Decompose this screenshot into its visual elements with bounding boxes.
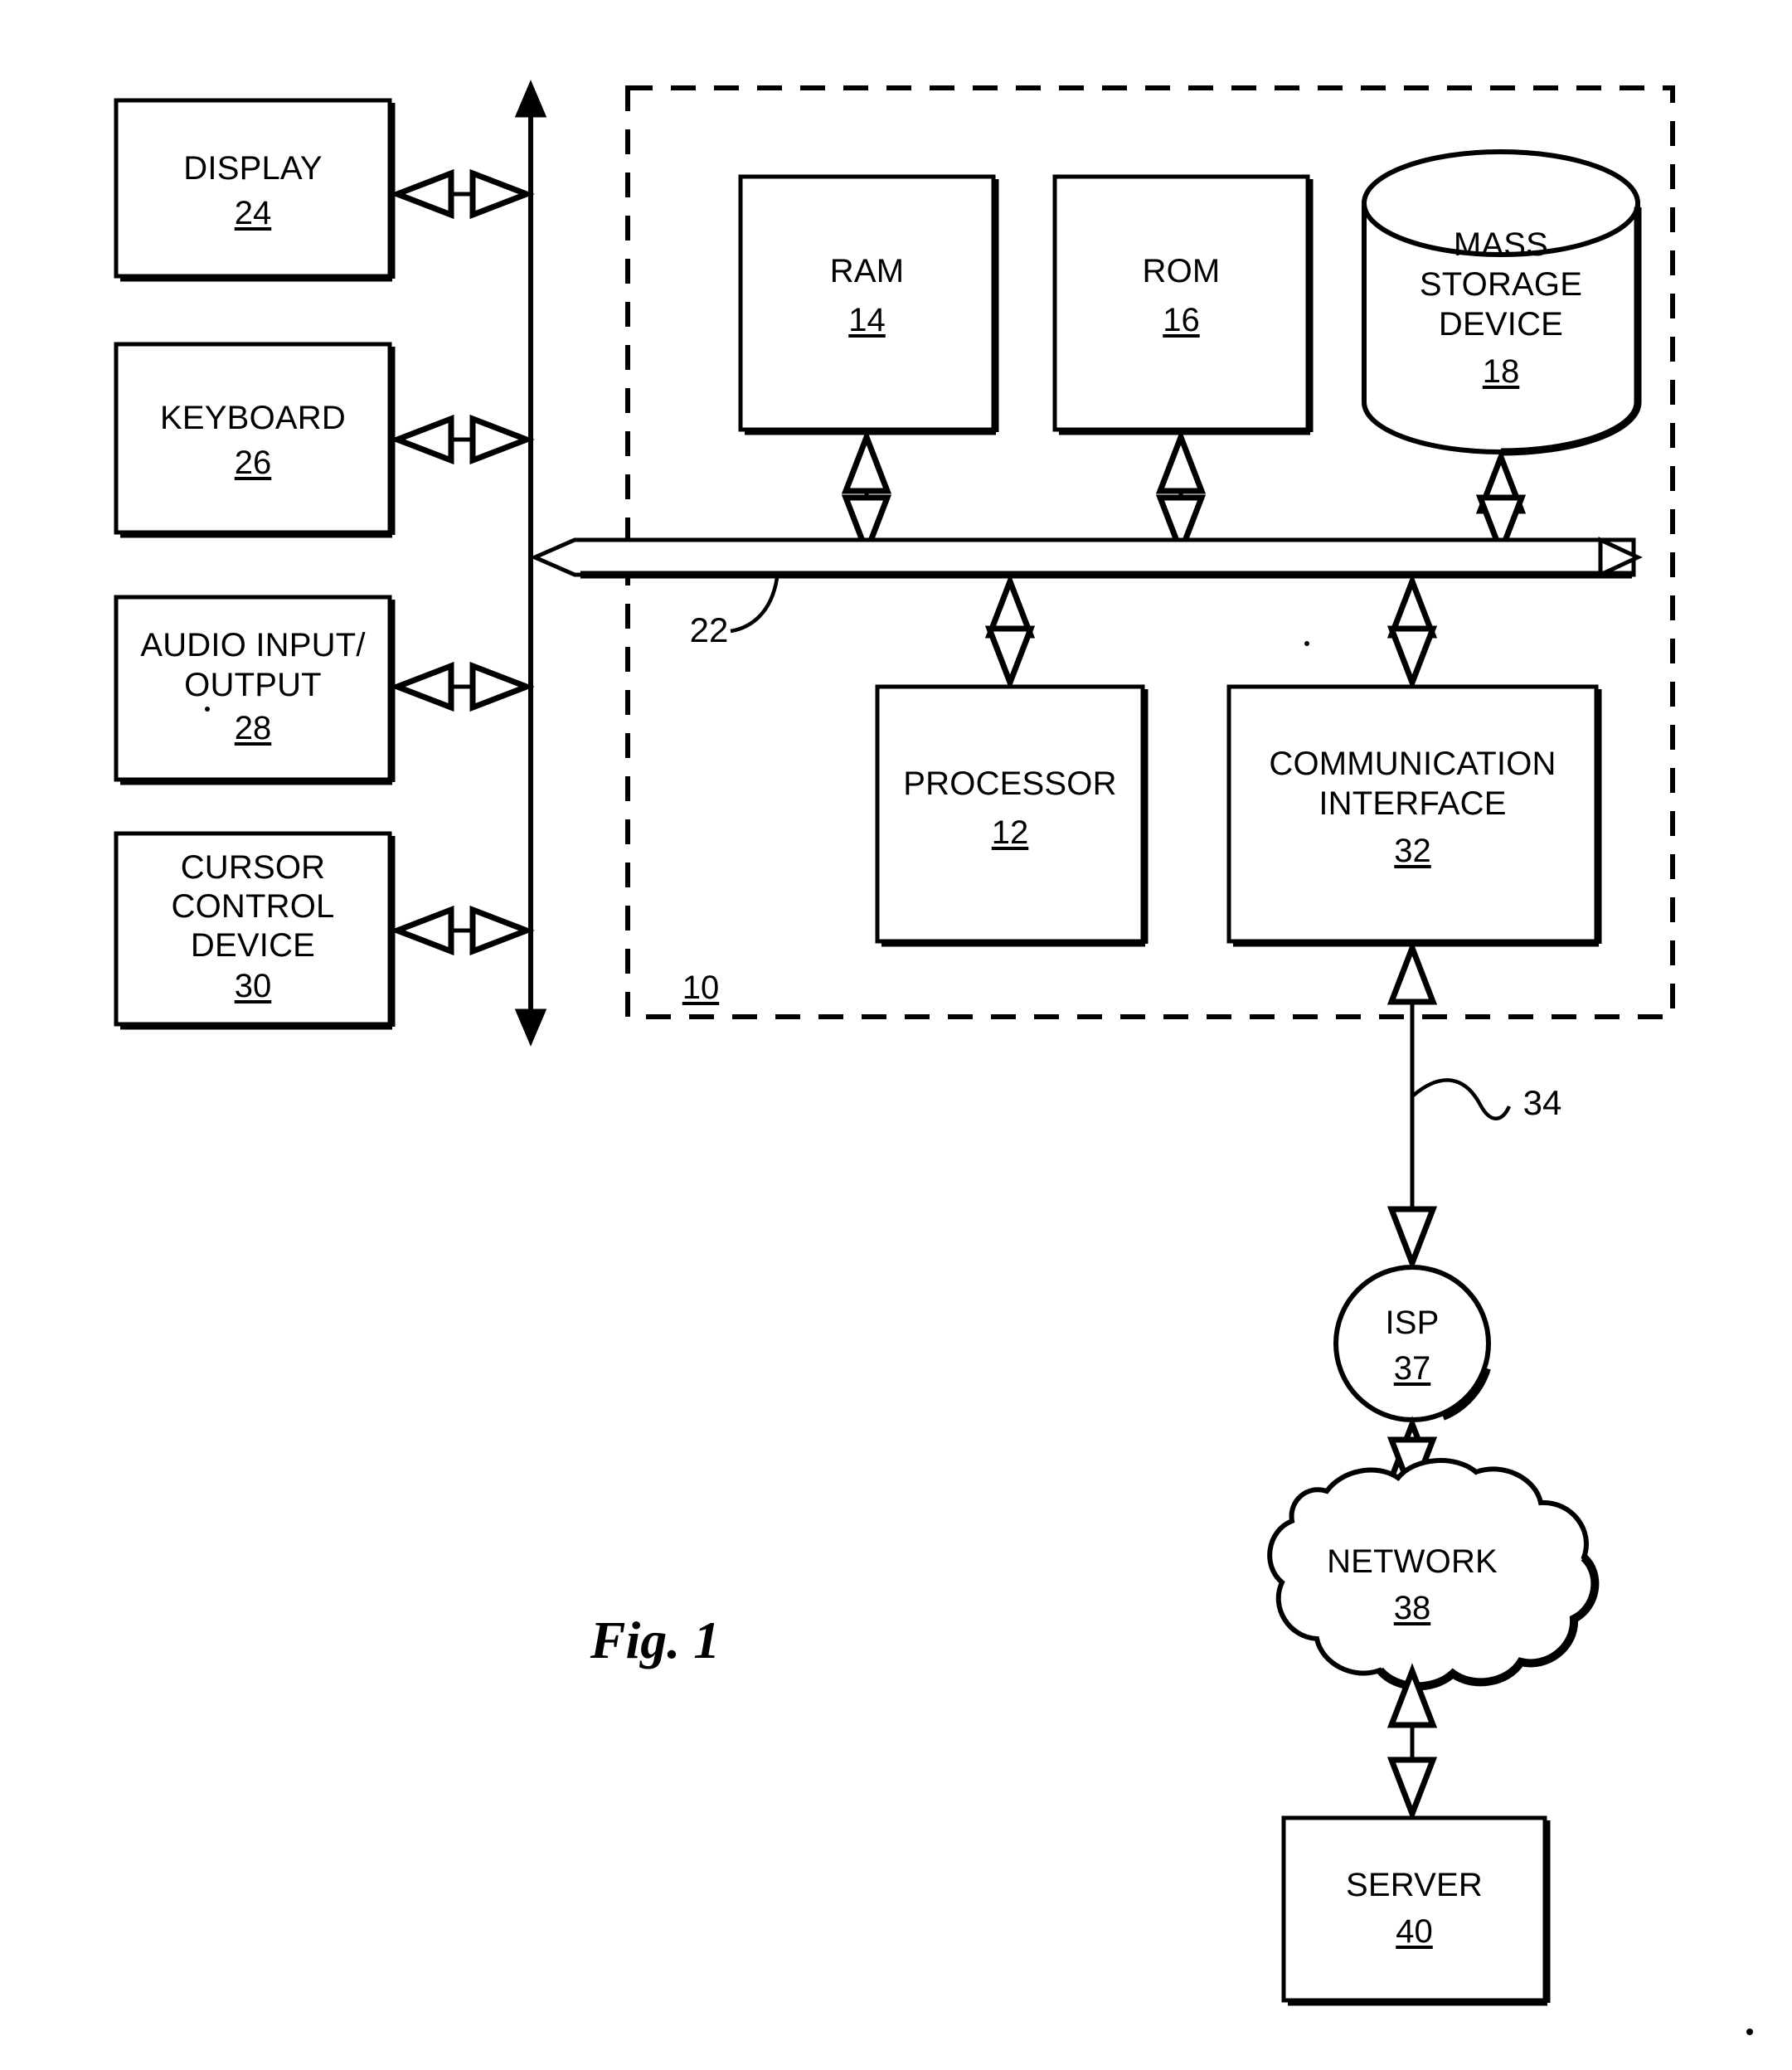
- block-ram: [738, 174, 999, 435]
- connector-network-to-server: [1412, 1675, 1792, 1810]
- peripheral-box-audio-input-output: [114, 595, 396, 785]
- block-mass-storage-device: [1362, 149, 1642, 456]
- link-34-leader-line: [1411, 1078, 1512, 1120]
- peripheral-bus-line: [514, 80, 547, 1047]
- peripheral-box-cursor-control-device: [114, 831, 396, 1030]
- block-communication-interface: [1226, 684, 1602, 947]
- bus-leader-line: [730, 577, 779, 634]
- patent-figure-page: DISPLAY 24 KEYBOARD 26 AUDIO INPUT/ OUTP…: [0, 0, 1792, 2070]
- peripheral-box-keyboard: [114, 342, 396, 538]
- diagram-canvas: [114, 80, 1792, 2035]
- system-bus: [529, 537, 1643, 579]
- block-rom: [1052, 174, 1314, 435]
- block-server: [1281, 1815, 1551, 2006]
- node-isp: [1333, 1265, 1491, 1422]
- node-network-cloud: [1267, 1458, 1600, 1691]
- peripheral-box-display: [114, 98, 396, 282]
- block-processor: [875, 684, 1149, 947]
